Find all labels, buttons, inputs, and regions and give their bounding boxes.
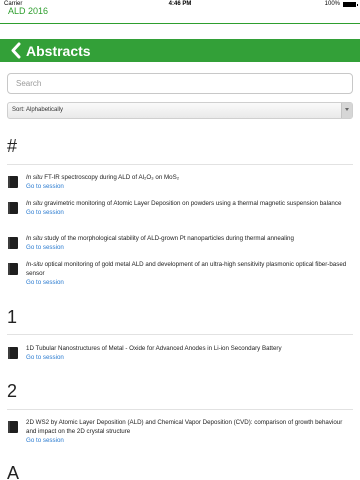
section-divider bbox=[7, 409, 353, 410]
abstract-title[interactable]: 1D Tubular Nanostructures of Metal - Oxi… bbox=[26, 344, 353, 353]
section-divider bbox=[7, 164, 353, 165]
title-divider bbox=[0, 23, 360, 24]
list-item: 1D Tubular Nanostructures of Metal - Oxi… bbox=[8, 344, 353, 362]
list-item: In situ FT-IR spectroscopy during ALD of… bbox=[8, 173, 353, 191]
list-item: In-situ optical monitoring of gold metal… bbox=[8, 260, 353, 287]
go-to-session-link[interactable]: Go to session bbox=[26, 278, 353, 287]
section-header-a: A bbox=[7, 463, 20, 480]
abstract-title[interactable]: In situ FT-IR spectroscopy during ALD of… bbox=[26, 173, 353, 182]
page-title: Abstracts bbox=[26, 43, 91, 59]
back-chevron-icon[interactable] bbox=[9, 42, 23, 59]
section-header-hash: # bbox=[7, 136, 18, 156]
abstract-title[interactable]: In situ study of the morphological stabi… bbox=[26, 234, 353, 243]
book-icon bbox=[8, 421, 18, 433]
sort-select[interactable]: Sort: Alphabetically bbox=[7, 102, 353, 119]
section-divider bbox=[7, 334, 353, 335]
abstract-title[interactable]: In-situ optical monitoring of gold metal… bbox=[26, 260, 353, 278]
list-item: In situ study of the morphological stabi… bbox=[8, 234, 353, 252]
list-item: 2D WS2 by Atomic Layer Deposition (ALD) … bbox=[8, 418, 353, 445]
go-to-session-link[interactable]: Go to session bbox=[26, 353, 353, 362]
clock: 4:46 PM bbox=[168, 1, 192, 7]
battery-icon bbox=[343, 2, 358, 7]
book-icon bbox=[8, 176, 18, 188]
section-header-2: 2 bbox=[7, 381, 18, 401]
book-icon bbox=[8, 202, 18, 214]
dropdown-arrow-icon bbox=[341, 103, 352, 118]
sort-label: Sort: Alphabetically bbox=[12, 107, 64, 113]
app-title: ALD 2016 bbox=[8, 6, 49, 16]
abstract-title[interactable]: 2D WS2 by Atomic Layer Deposition (ALD) … bbox=[26, 418, 353, 436]
battery-percent: 100% bbox=[324, 1, 340, 7]
status-bar: Carrier 4:46 PM 100% bbox=[0, 0, 360, 8]
go-to-session-link[interactable]: Go to session bbox=[26, 182, 353, 191]
go-to-session-link[interactable]: Go to session bbox=[26, 208, 353, 217]
book-icon bbox=[8, 263, 18, 275]
section-header-1: 1 bbox=[7, 307, 18, 327]
search-input[interactable] bbox=[7, 73, 353, 94]
book-icon bbox=[8, 347, 18, 359]
abstract-title[interactable]: In situ gravimetric monitoring of Atomic… bbox=[26, 199, 353, 208]
go-to-session-link[interactable]: Go to session bbox=[26, 243, 353, 252]
list-item: In situ gravimetric monitoring of Atomic… bbox=[8, 199, 353, 217]
book-icon bbox=[8, 237, 18, 249]
go-to-session-link[interactable]: Go to session bbox=[26, 436, 353, 445]
battery-fill bbox=[344, 3, 355, 6]
nav-header: Abstracts bbox=[0, 39, 360, 62]
